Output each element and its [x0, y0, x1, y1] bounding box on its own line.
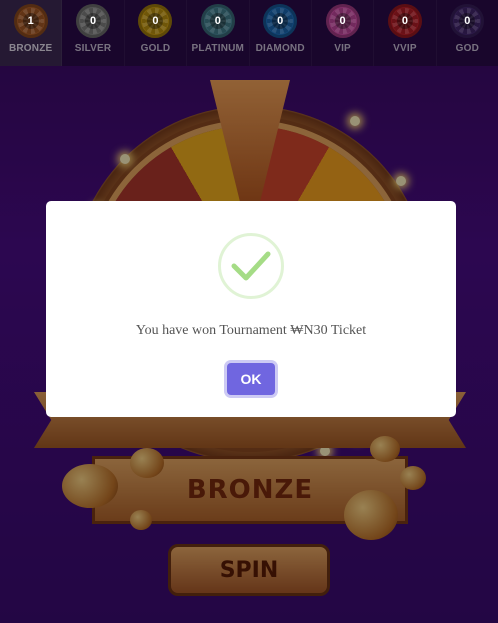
ok-button[interactable]: OK: [227, 363, 275, 395]
tier-count: 0: [209, 13, 226, 29]
win-dialog: You have won Tournament ₩N30 Ticket OK: [46, 201, 456, 417]
tier-count: 1: [22, 13, 39, 29]
success-check-icon: [218, 233, 284, 299]
tier-count: 0: [85, 13, 102, 29]
tier-count: 0: [334, 13, 351, 29]
win-message: You have won Tournament ₩N30 Ticket: [135, 323, 367, 338]
tier-count: 0: [396, 13, 413, 29]
